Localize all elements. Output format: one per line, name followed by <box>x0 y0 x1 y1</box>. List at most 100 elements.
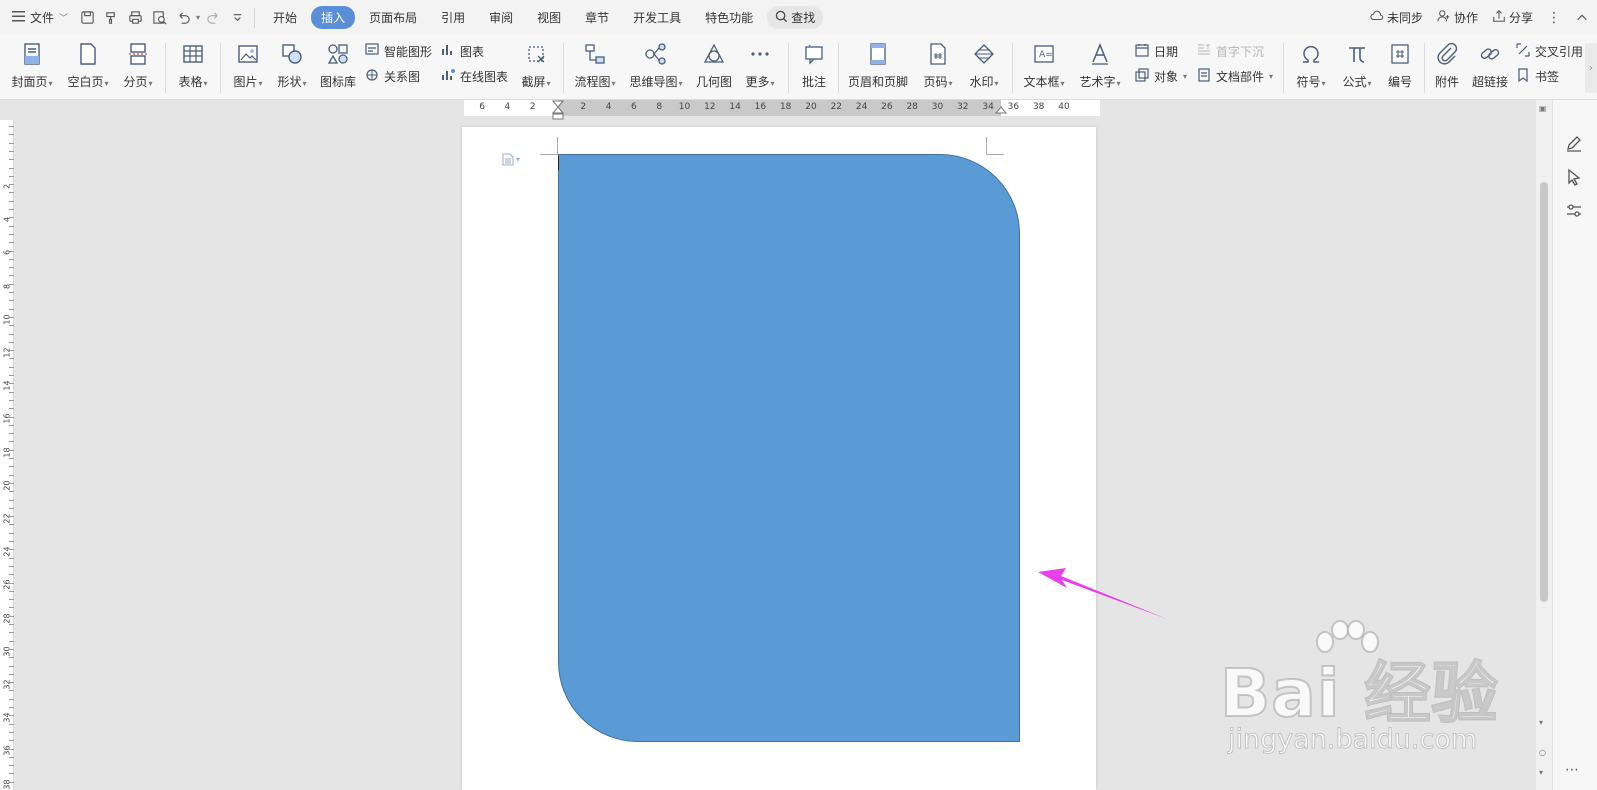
vertical-ruler[interactable]: 2 4 6 8 10 12 14 16 18 20 22 24 26 28 30 32 34 36 38 <box>0 120 14 790</box>
attachment-button[interactable]: 附件 <box>1430 39 1464 97</box>
page-number-button[interactable]: 页码▾ <box>918 39 958 97</box>
tab-review[interactable]: 审阅 <box>479 6 523 29</box>
flowchart-icon <box>580 39 610 69</box>
next-page-icon[interactable]: ▾ <box>1539 768 1543 777</box>
header-footer-button[interactable]: 页眉和页脚 <box>846 39 910 97</box>
more-button[interactable]: 更多▾ <box>740 39 780 97</box>
scrollbar-thumb[interactable] <box>1540 182 1548 602</box>
customize-toolbar-icon[interactable] <box>226 7 248 29</box>
relation-chart-label: 关系图 <box>384 69 421 84</box>
ruler-tick <box>9 723 14 725</box>
document-parts-button[interactable]: 文档部件 ▾ <box>1196 65 1273 87</box>
smart-art-button[interactable]: 智能图形 <box>364 40 432 62</box>
left-indent-marker-icon[interactable] <box>552 100 564 120</box>
undo-dropdown-icon[interactable]: ▾ <box>196 13 200 22</box>
shape-button[interactable]: 形状▾ <box>272 39 312 97</box>
more-menu-icon[interactable]: ⋮ <box>1547 10 1561 26</box>
symbol-button[interactable]: 符号▾ <box>1291 39 1331 97</box>
drop-cap-button[interactable]: 首字下沉 <box>1196 40 1264 62</box>
ribbon-scroll-right-icon[interactable]: › <box>1585 43 1597 93</box>
hyperlink-button[interactable]: 超链接 <box>1468 39 1512 97</box>
ruler-number: 18 <box>2 447 12 458</box>
select-cursor-icon[interactable] <box>1565 168 1585 188</box>
right-indent-marker-icon[interactable] <box>995 100 1007 114</box>
search-button[interactable]: 查找 <box>767 6 824 29</box>
save-icon[interactable] <box>76 7 98 29</box>
screenshot-button[interactable]: 截屏▾ <box>516 39 556 97</box>
tab-special-features[interactable]: 特色功能 <box>695 6 763 29</box>
icon-library-button[interactable]: 图标库 <box>318 39 358 97</box>
file-menu[interactable]: 文件 ﹀ <box>0 9 76 26</box>
ruler-number: 6 <box>479 102 485 112</box>
ruler-tick <box>9 765 14 767</box>
ruler-tick <box>9 358 14 360</box>
object-button[interactable]: 对象 ▾ <box>1134 65 1187 87</box>
ruler-tick <box>9 399 14 401</box>
ruler-tick <box>9 275 14 277</box>
pen-edit-icon[interactable] <box>1565 134 1585 154</box>
picture-button[interactable]: 图片▾ <box>228 39 268 97</box>
page-view-icon[interactable]: ▣ <box>1539 104 1547 113</box>
blank-page-button[interactable]: 空白页▾ <box>64 39 112 97</box>
tab-references[interactable]: 引用 <box>431 6 475 29</box>
page-break-button[interactable]: 分页▾ <box>118 39 158 97</box>
tab-insert[interactable]: 插入 <box>311 6 356 29</box>
page-break-icon <box>123 39 153 69</box>
previous-page-icon[interactable]: ○ <box>1539 748 1546 757</box>
scroll-down-icon[interactable]: ▾ <box>1539 718 1543 727</box>
undo-icon[interactable] <box>172 7 194 29</box>
sync-button[interactable]: 未同步 <box>1370 9 1423 26</box>
share-button[interactable]: 分享 <box>1492 9 1533 26</box>
ruler-number: 34 <box>982 102 994 112</box>
tab-home[interactable]: 开始 <box>263 6 307 29</box>
relation-chart-button[interactable]: 关系图 <box>364 65 420 87</box>
redo-icon[interactable] <box>202 7 224 29</box>
ruler-tick <box>9 557 14 559</box>
vertical-scrollbar[interactable]: ▣ ▾ ○ ▾ <box>1536 100 1552 790</box>
formula-label: 公式 <box>1342 75 1367 89</box>
date-button[interactable]: 日期 <box>1134 40 1178 62</box>
watermark-button[interactable]: 水印▾ <box>964 39 1004 97</box>
rounded-rectangle-shape[interactable] <box>558 154 1020 742</box>
comment-button[interactable]: 批注 <box>796 39 832 97</box>
print-icon[interactable] <box>124 7 146 29</box>
formula-button[interactable]: 公式▾ <box>1337 39 1377 97</box>
table-button[interactable]: 表格▾ <box>173 39 213 97</box>
ruler-tick <box>9 491 14 493</box>
tab-page-layout[interactable]: 页面布局 <box>359 6 427 29</box>
ruler-number: 38 <box>1032 102 1045 112</box>
chart-button[interactable]: 图表 <box>440 40 484 62</box>
horizontal-ruler[interactable]: 6 4 2 2 4 6 8 10 12 14 16 18 20 22 24 26 28 30 32 34 36 38 40 <box>0 100 1545 120</box>
tab-section[interactable]: 章节 <box>575 6 619 29</box>
collapse-ribbon-icon[interactable] <box>1575 11 1589 25</box>
ruler-tick <box>9 217 14 219</box>
collaborate-button[interactable]: 协作 <box>1437 9 1478 26</box>
mind-map-button[interactable]: 思维导图▾ <box>626 39 686 97</box>
paragraph-layout-icon[interactable]: ▾ <box>502 153 520 166</box>
settings-sliders-icon[interactable] <box>1565 202 1585 222</box>
flowchart-button[interactable]: 流程图▾ <box>571 39 619 97</box>
ruler-number: 10 <box>678 102 691 112</box>
word-art-button[interactable]: 艺术字▾ <box>1076 39 1124 97</box>
ruler-number: 16 <box>754 102 767 112</box>
print-preview-icon[interactable] <box>148 7 170 29</box>
cross-reference-button[interactable]: 交叉引用 <box>1515 40 1583 62</box>
tab-view[interactable]: 视图 <box>527 6 571 29</box>
cover-page-button[interactable]: 封面页▾ <box>8 39 56 97</box>
numbering-label: 编号 <box>1387 75 1412 89</box>
cover-page-label: 封面页 <box>11 75 48 89</box>
textbox-button[interactable]: A= 文本框▾ <box>1020 39 1068 97</box>
ruler-tick <box>9 416 14 418</box>
bookmark-button[interactable]: 书签 <box>1515 65 1559 87</box>
ruler-number: 30 <box>2 646 12 657</box>
ruler-tick <box>9 541 14 542</box>
format-painter-icon[interactable] <box>100 7 122 29</box>
more-options-icon[interactable]: ⋯ <box>1565 762 1579 778</box>
document-page[interactable]: ▾ <box>462 127 1096 790</box>
tab-developer[interactable]: 开发工具 <box>623 6 691 29</box>
ruler-tick <box>9 673 14 675</box>
numbering-button[interactable]: 编号 <box>1382 39 1418 97</box>
bookmark-icon <box>1515 67 1531 86</box>
online-chart-button[interactable]: 在线图表 <box>440 65 508 87</box>
geometry-button[interactable]: 几何图 <box>694 39 734 97</box>
